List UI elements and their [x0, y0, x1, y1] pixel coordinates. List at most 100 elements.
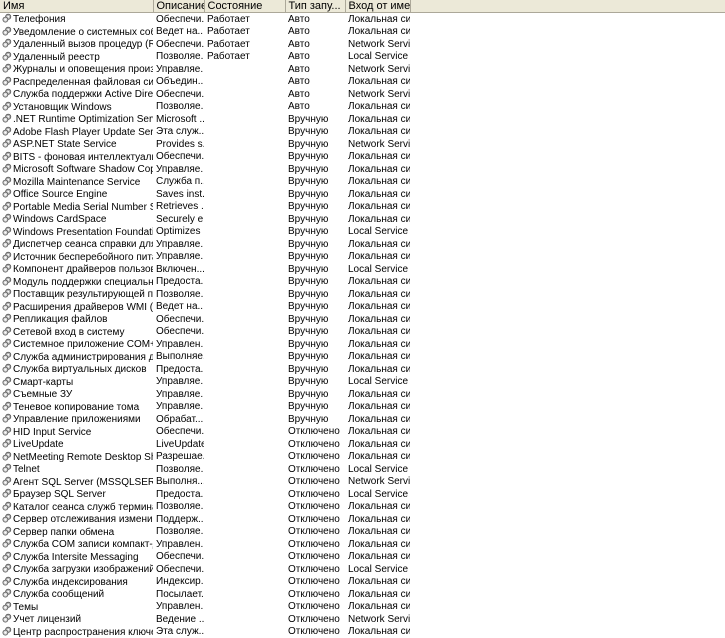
service-name-cell: Расширения драйверов WMI (Windo...: [0, 301, 153, 314]
service-row[interactable]: Съемные ЗУУправляе...ВручнуюЛокальная си…: [0, 388, 410, 401]
service-name: Служба администрирования диспет...: [13, 352, 153, 363]
service-logon-as: Локальная сис...: [345, 601, 410, 614]
service-startup-type: Отключено: [285, 526, 345, 539]
service-row[interactable]: Диспетчер сеанса справки для удал...Упра…: [0, 238, 410, 251]
service-row[interactable]: Установщик WindowsПозволяе...АвтоЛокальн…: [0, 101, 410, 114]
service-row[interactable]: Microsoft Software Shadow Copy Provi...У…: [0, 163, 410, 176]
service-state: [204, 488, 285, 501]
gears-icon: [2, 313, 12, 323]
service-description: Выполняе...: [153, 351, 204, 364]
service-row[interactable]: Теневое копирование томаУправляе...Вручн…: [0, 401, 410, 414]
service-row[interactable]: Adobe Flash Player Update ServiceЭта слу…: [0, 126, 410, 139]
column-header-name[interactable]: Имя: [0, 0, 153, 13]
service-row[interactable]: Служба виртуальных дисковПредоста...Вруч…: [0, 363, 410, 376]
service-startup-type: Отключено: [285, 476, 345, 489]
service-row[interactable]: Модуль поддержки специальной ко...Предос…: [0, 276, 410, 289]
service-row[interactable]: Журналы и оповещения производит...Управл…: [0, 63, 410, 76]
service-row[interactable]: Mozilla Maintenance ServiceСлужба п...Вр…: [0, 176, 410, 189]
service-row[interactable]: Репликация файловОбеспечи...ВручнуюЛокал…: [0, 313, 410, 326]
service-logon-as: Local Service: [345, 488, 410, 501]
service-row[interactable]: Portable Media Serial Number ServiceRetr…: [0, 201, 410, 214]
service-row[interactable]: Управление приложениямиОбрабат...Вручную…: [0, 413, 410, 426]
service-name: NetMeeting Remote Desktop Sharing: [13, 452, 153, 463]
service-row[interactable]: BITS - фоновая интеллектуальная ...Обесп…: [0, 151, 410, 164]
service-name-cell: Съемные ЗУ: [0, 388, 153, 401]
service-row[interactable]: Агент SQL Server (MSSQLSERVER)Выполня...…: [0, 476, 410, 489]
service-row[interactable]: Расширения драйверов WMI (Windo...Ведет …: [0, 301, 410, 314]
service-logon-as: Локальная сис...: [345, 188, 410, 201]
service-state: [204, 401, 285, 414]
service-state: Работает: [204, 51, 285, 64]
service-name: Съемные ЗУ: [13, 389, 72, 400]
service-name-cell: Служба индексирования: [0, 576, 153, 589]
gears-icon: [2, 613, 12, 623]
service-startup-type: Вручную: [285, 276, 345, 289]
service-row[interactable]: .NET Runtime Optimization Service v2...M…: [0, 113, 410, 126]
service-description: Управлен...: [153, 601, 204, 614]
service-row[interactable]: Удаленный реестрПозволяе...РаботаетАвтоL…: [0, 51, 410, 64]
column-header-startup-type[interactable]: Тип запу...: [285, 0, 345, 13]
service-row[interactable]: Распределенная файловая система ...Объед…: [0, 76, 410, 89]
service-row[interactable]: Учет лицензийВедение ...ОтключеноNetwork…: [0, 613, 410, 626]
service-row[interactable]: Удаленный вызов процедур (RPC)Обеспечи..…: [0, 38, 410, 51]
service-name: HID Input Service: [13, 427, 91, 438]
service-description: Ведет на...: [153, 26, 204, 39]
service-row[interactable]: Сетевой вход в системуОбеспечи...Вручную…: [0, 326, 410, 339]
service-row[interactable]: Office Source EngineSaves inst...Вручную…: [0, 188, 410, 201]
service-row[interactable]: Источник бесперебойного питанияУправляе.…: [0, 251, 410, 264]
service-name: Служба индексирования: [13, 577, 128, 588]
service-name: Сервер папки обмена: [13, 527, 114, 538]
service-row[interactable]: ТелефонияОбеспечи...РаботаетАвтоЛокальна…: [0, 13, 410, 26]
service-row[interactable]: Сервер отслеживания изменившихся...Подде…: [0, 513, 410, 526]
service-name: .NET Runtime Optimization Service v2...: [13, 114, 153, 125]
service-state: [204, 626, 285, 638]
service-row[interactable]: Windows Presentation Foundation Fon...Op…: [0, 226, 410, 239]
service-row[interactable]: Центр распространения ключей Ker...Эта с…: [0, 626, 410, 638]
service-row[interactable]: Браузер SQL ServerПредоста...ОтключеноLo…: [0, 488, 410, 501]
service-name-cell: Microsoft Software Shadow Copy Provi...: [0, 163, 153, 176]
service-name-cell: Служба поддержки Active Directory ...: [0, 88, 153, 101]
service-row[interactable]: TelnetПозволяе...ОтключеноLocal Service: [0, 463, 410, 476]
service-row[interactable]: Системное приложение COM+Управлен...Вруч…: [0, 338, 410, 351]
service-name: Журналы и оповещения производит...: [13, 64, 153, 75]
services-body: ТелефонияОбеспечи...РаботаетАвтоЛокальна…: [0, 13, 410, 638]
service-name-cell: Смарт-карты: [0, 376, 153, 389]
service-row[interactable]: HID Input ServiceОбеспечи...ОтключеноЛок…: [0, 426, 410, 439]
gears-icon: [2, 601, 12, 611]
service-name-cell: Уведомление о системных событиях: [0, 26, 153, 39]
service-row[interactable]: Служба COM записи компакт-дисков...Управ…: [0, 538, 410, 551]
service-startup-type: Вручную: [285, 201, 345, 214]
service-state: [204, 151, 285, 164]
service-row[interactable]: LiveUpdateLiveUpdateОтключеноЛокальная с…: [0, 438, 410, 451]
service-description: Управляе...: [153, 401, 204, 414]
service-row[interactable]: Сервер папки обменаПозволяе...ОтключеноЛ…: [0, 526, 410, 539]
service-row[interactable]: Служба администрирования диспет...Выполн…: [0, 351, 410, 364]
service-row[interactable]: Смарт-картыУправляе...ВручнуюLocal Servi…: [0, 376, 410, 389]
column-header-state[interactable]: Состояние: [204, 0, 285, 13]
column-header-logon-as[interactable]: Вход от имени: [345, 0, 410, 13]
service-logon-as: Локальная сис...: [345, 176, 410, 189]
service-logon-as: Network Service: [345, 613, 410, 626]
service-row[interactable]: Служба поддержки Active Directory ...Обе…: [0, 88, 410, 101]
service-row[interactable]: Служба индексированияИндексир...Отключен…: [0, 576, 410, 589]
service-row[interactable]: Каталог сеанса служб терминаловПозволяе.…: [0, 501, 410, 514]
service-row[interactable]: ASP.NET State ServiceProvides s...Вручну…: [0, 138, 410, 151]
service-row[interactable]: Поставщик результирующей полити...Позвол…: [0, 288, 410, 301]
service-row[interactable]: Служба загрузки изображений (WIA)Обеспеч…: [0, 563, 410, 576]
service-row[interactable]: Служба Intersite MessagingОбеспечи...Отк…: [0, 551, 410, 564]
service-row[interactable]: Уведомление о системных событияхВедет на…: [0, 26, 410, 39]
service-description: Управляе...: [153, 238, 204, 251]
service-row[interactable]: Служба сообщенийПосылает...ОтключеноЛока…: [0, 588, 410, 601]
service-row[interactable]: NetMeeting Remote Desktop SharingРазреша…: [0, 451, 410, 464]
service-row[interactable]: ТемыУправлен...ОтключеноЛокальная сис...: [0, 601, 410, 614]
service-name: Служба COM записи компакт-дисков...: [13, 539, 153, 550]
service-logon-as: Локальная сис...: [345, 526, 410, 539]
service-startup-type: Отключено: [285, 426, 345, 439]
column-header-description[interactable]: Описание: [153, 0, 204, 13]
service-row[interactable]: Компонент драйверов пользовател...Включе…: [0, 263, 410, 276]
service-description: Обеспечи...: [153, 313, 204, 326]
service-row[interactable]: Windows CardSpaceSecurely e...ВручнуюЛок…: [0, 213, 410, 226]
service-state: [204, 238, 285, 251]
service-name: ASP.NET State Service: [13, 139, 117, 150]
service-startup-type: Вручную: [285, 138, 345, 151]
